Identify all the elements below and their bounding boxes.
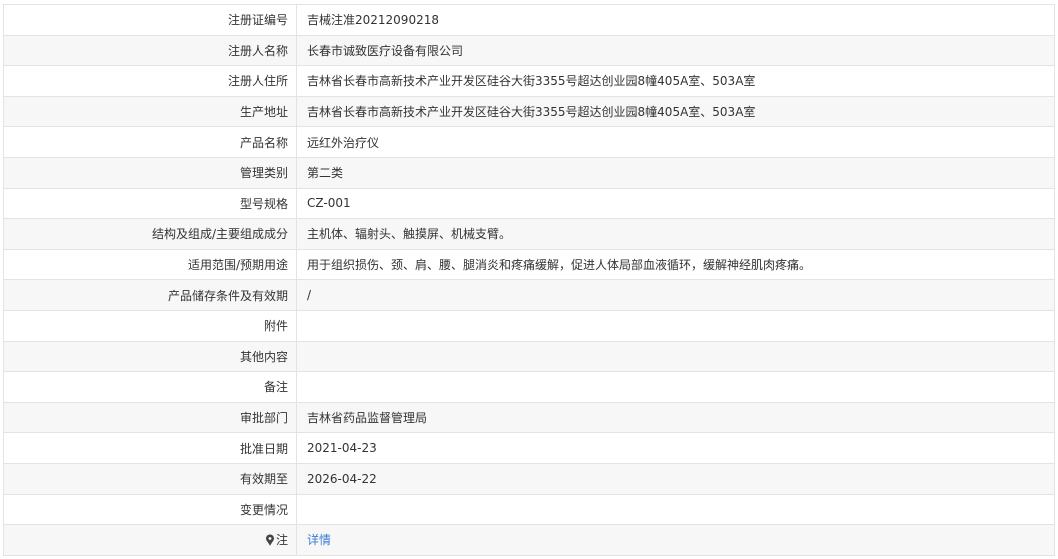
row-registration-number: 注册证编号 吉械注准20212090218: [3, 4, 1055, 36]
label-remarks: 备注: [3, 371, 297, 403]
value-valid-until: 2026-04-22: [296, 462, 1055, 495]
value-change-status: [296, 493, 1055, 526]
label-approval-date: 批准日期: [3, 432, 297, 464]
row-model-spec: 型号规格 CZ-001: [3, 187, 1055, 220]
row-attachment: 附件: [3, 309, 1055, 342]
registration-detail-panel: 注册证编号 吉械注准20212090218 注册人名称 长春市诚致医疗设备有限公…: [3, 4, 1055, 556]
row-note: 注 详情: [3, 524, 1055, 556]
row-registrant-name: 注册人名称 长春市诚致医疗设备有限公司: [3, 34, 1055, 67]
value-note: 详情: [296, 524, 1055, 556]
value-registrant-name: 长春市诚致医疗设备有限公司: [296, 34, 1055, 67]
row-structure-composition: 结构及组成/主要组成成分 主机体、辐射头、触摸屏、机械支臂。: [3, 218, 1055, 250]
label-other-content: 其他内容: [3, 340, 297, 373]
label-registration-number: 注册证编号: [3, 4, 297, 36]
note-label-text: 注: [275, 533, 288, 548]
row-approval-date: 批准日期 2021-04-23: [3, 432, 1055, 464]
value-approval-department: 吉林省药品监督管理局: [296, 401, 1055, 434]
label-production-address: 生产地址: [3, 95, 297, 128]
value-storage-validity: /: [296, 279, 1055, 311]
row-production-address: 生产地址 吉林省长春市高新技术产业开发区硅谷大街3355号超达创业园8幢405A…: [3, 95, 1055, 128]
value-structure-composition: 主机体、辐射头、触摸屏、机械支臂。: [296, 218, 1055, 250]
row-management-category: 管理类别 第二类: [3, 156, 1055, 189]
registration-detail-table: 注册证编号 吉械注准20212090218 注册人名称 长春市诚致医疗设备有限公…: [3, 4, 1055, 556]
value-production-address: 吉林省长春市高新技术产业开发区硅谷大街3355号超达创业园8幢405A室、503…: [296, 95, 1055, 128]
row-change-status: 变更情况: [3, 493, 1055, 526]
label-registrant-name: 注册人名称: [3, 34, 297, 67]
label-registrant-address: 注册人住所: [3, 65, 297, 97]
label-note: 注: [3, 524, 297, 556]
value-approval-date: 2021-04-23: [296, 432, 1055, 464]
value-product-name: 远红外治疗仪: [296, 126, 1055, 158]
label-intended-use: 适用范围/预期用途: [3, 248, 297, 281]
value-intended-use: 用于组织损伤、颈、肩、腰、腿消炎和疼痛缓解，促进人体局部血液循环，缓解神经肌肉疼…: [296, 248, 1055, 281]
row-other-content: 其他内容: [3, 340, 1055, 373]
label-structure-composition: 结构及组成/主要组成成分: [3, 218, 297, 250]
label-change-status: 变更情况: [3, 493, 297, 526]
row-registrant-address: 注册人住所 吉林省长春市高新技术产业开发区硅谷大街3355号超达创业园8幢405…: [3, 65, 1055, 97]
label-attachment: 附件: [3, 309, 297, 342]
value-attachment: [296, 309, 1055, 342]
label-model-spec: 型号规格: [3, 187, 297, 220]
value-other-content: [296, 340, 1055, 373]
value-remarks: [296, 371, 1055, 403]
row-valid-until: 有效期至 2026-04-22: [3, 462, 1055, 495]
details-link[interactable]: 详情: [307, 533, 331, 547]
row-approval-department: 审批部门 吉林省药品监督管理局: [3, 401, 1055, 434]
value-registration-number: 吉械注准20212090218: [296, 4, 1055, 36]
label-product-name: 产品名称: [3, 126, 297, 158]
label-valid-until: 有效期至: [3, 462, 297, 495]
label-management-category: 管理类别: [3, 156, 297, 189]
value-registrant-address: 吉林省长春市高新技术产业开发区硅谷大街3355号超达创业园8幢405A室、503…: [296, 65, 1055, 97]
value-management-category: 第二类: [296, 156, 1055, 189]
label-approval-department: 审批部门: [3, 401, 297, 434]
row-product-name: 产品名称 远红外治疗仪: [3, 126, 1055, 158]
pin-icon: [265, 534, 275, 547]
row-storage-validity: 产品储存条件及有效期 /: [3, 279, 1055, 311]
value-model-spec: CZ-001: [296, 187, 1055, 220]
label-storage-validity: 产品储存条件及有效期: [3, 279, 297, 311]
row-intended-use: 适用范围/预期用途 用于组织损伤、颈、肩、腰、腿消炎和疼痛缓解，促进人体局部血液…: [3, 248, 1055, 281]
row-remarks: 备注: [3, 371, 1055, 403]
